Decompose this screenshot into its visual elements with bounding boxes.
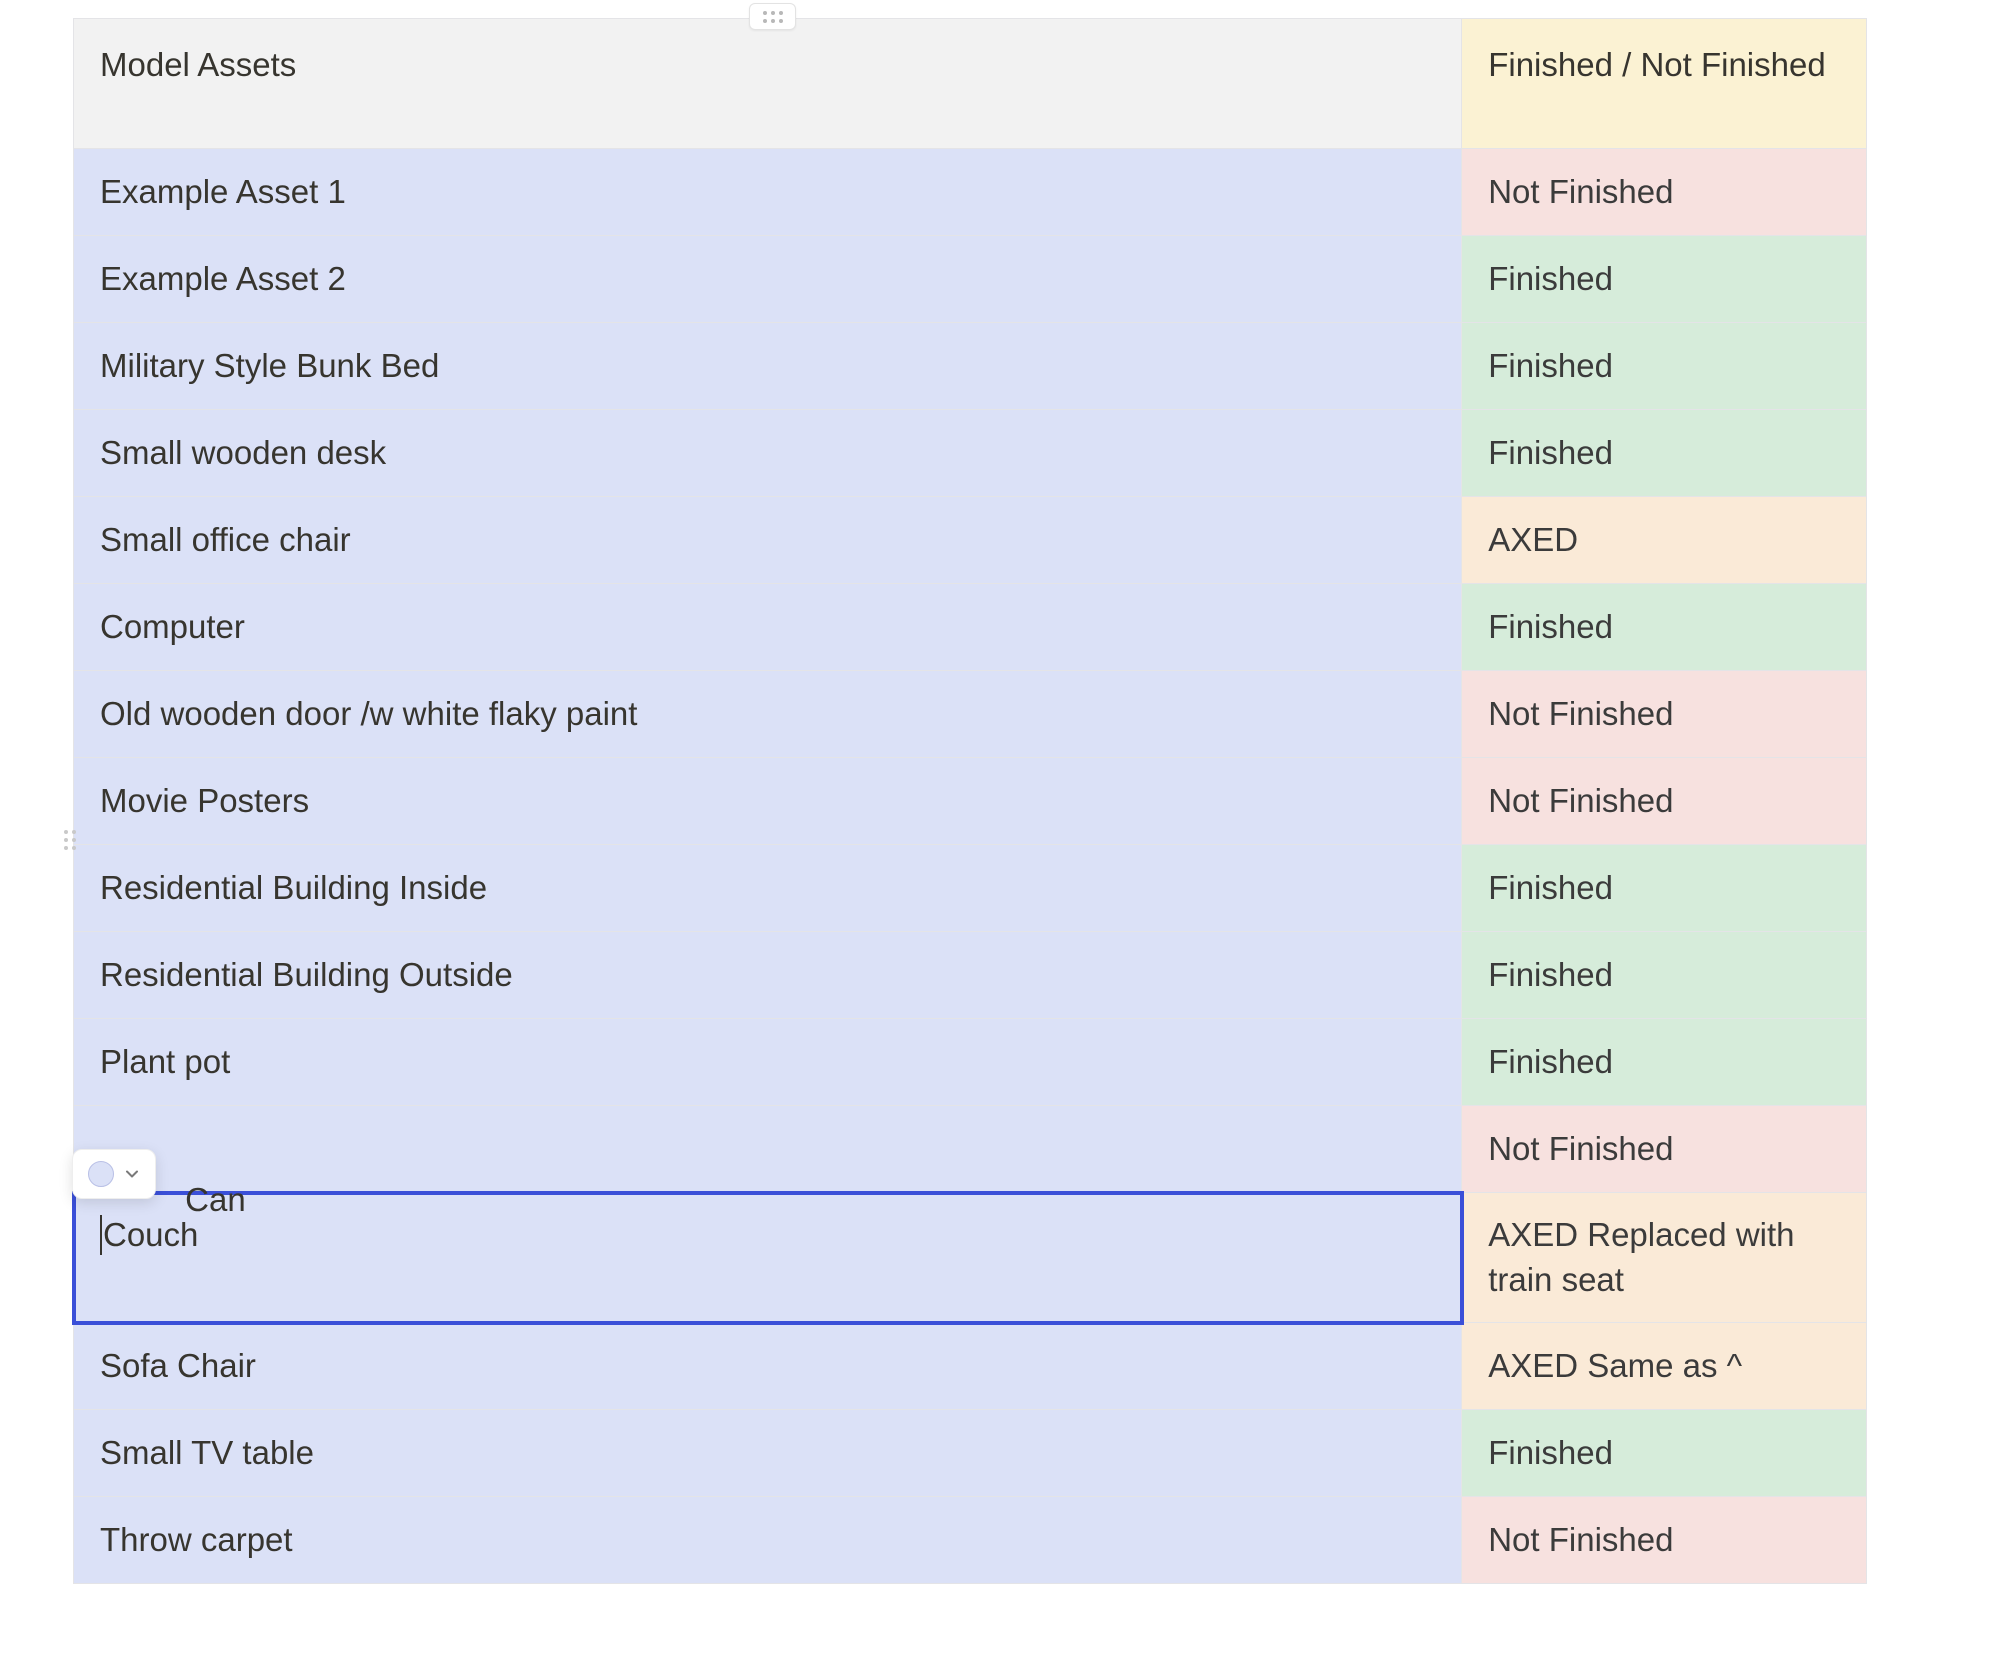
drag-dots-icon <box>762 10 784 24</box>
table-row: Couch AXED Replaced with train seat <box>74 1193 1867 1323</box>
table-row: Military Style Bunk Bed Finished <box>74 323 1867 410</box>
table-row: Computer Finished <box>74 584 1867 671</box>
block-drag-handle[interactable] <box>749 3 796 30</box>
status-cell[interactable]: Finished <box>1462 1019 1867 1106</box>
asset-name: Old wooden door /w white flaky paint <box>100 692 637 737</box>
table-row: Residential Building Outside Finished <box>74 932 1867 1019</box>
table-row: Sofa Chair AXED Same as ^ <box>74 1323 1867 1410</box>
asset-name: Plant pot <box>100 1040 230 1085</box>
asset-name: Example Asset 2 <box>100 257 346 302</box>
table-row: Example Asset 2 Finished <box>74 236 1867 323</box>
asset-name: Throw carpet <box>100 1518 293 1563</box>
asset-name: Residential Building Outside <box>100 953 513 998</box>
table-row: Plant pot Finished <box>74 1019 1867 1106</box>
status-text: Not Finished <box>1488 692 1673 737</box>
asset-cell[interactable]: Old wooden door /w white flaky paint <box>74 671 1462 758</box>
status-cell[interactable]: AXED Replaced with train seat <box>1462 1193 1867 1323</box>
status-text: Not Finished <box>1488 1518 1673 1563</box>
assets-table: Model Assets Finished / Not Finished Exa… <box>73 18 1867 1584</box>
table-row: Small office chair AXED <box>74 497 1867 584</box>
asset-cell[interactable]: Example Asset 2 <box>74 236 1462 323</box>
table-row: Old wooden door /w white flaky paint Not … <box>74 671 1867 758</box>
asset-cell[interactable]: Sofa Chair <box>74 1323 1462 1410</box>
asset-cell[interactable]: Small office chair <box>74 497 1462 584</box>
status-text: Not Finished <box>1488 779 1673 824</box>
status-cell[interactable]: Not Finished <box>1462 149 1867 236</box>
status-text: Not Finished <box>1488 170 1673 215</box>
chevron-down-icon <box>124 1166 140 1182</box>
table-row: Small wooden desk Finished <box>74 410 1867 497</box>
status-cell[interactable]: Not Finished <box>1462 758 1867 845</box>
status-cell[interactable]: AXED Same as ^ <box>1462 1323 1867 1410</box>
asset-name: Computer <box>100 605 245 650</box>
asset-name: Example Asset 1 <box>100 170 346 215</box>
status-cell[interactable]: Finished <box>1462 932 1867 1019</box>
table-row: Residential Building Inside Finished <box>74 845 1867 932</box>
status-cell[interactable]: Finished <box>1462 410 1867 497</box>
asset-name: Small TV table <box>100 1431 314 1476</box>
asset-cell[interactable]: Movie Posters <box>74 758 1462 845</box>
table-row: Movie Posters Not Finished <box>74 758 1867 845</box>
status-text: AXED Same as ^ <box>1488 1344 1742 1389</box>
asset-cell[interactable]: Residential Building Inside <box>74 845 1462 932</box>
asset-cell[interactable]: Computer <box>74 584 1462 671</box>
asset-name: Sofa Chair <box>100 1344 256 1389</box>
drag-dots-icon <box>63 829 77 851</box>
status-text: Finished <box>1488 605 1613 650</box>
asset-name: Residential Building Inside <box>100 866 487 911</box>
asset-cell[interactable]: Residential Building Outside <box>74 932 1462 1019</box>
status-cell[interactable]: AXED <box>1462 497 1867 584</box>
table-row: Can Not Finished <box>74 1106 1867 1193</box>
asset-name: Movie Posters <box>100 779 309 824</box>
asset-cell[interactable]: Military Style Bunk Bed <box>74 323 1462 410</box>
status-cell[interactable]: Finished <box>1462 323 1867 410</box>
asset-cell[interactable]: Throw carpet <box>74 1497 1462 1584</box>
asset-name: Small office chair <box>100 518 351 563</box>
text-caret <box>100 1215 102 1255</box>
asset-cell[interactable]: Small TV table <box>74 1410 1462 1497</box>
asset-cell[interactable]: Small wooden desk <box>74 410 1462 497</box>
table-header-row: Model Assets Finished / Not Finished <box>74 19 1867 149</box>
color-swatch[interactable] <box>88 1161 114 1187</box>
column-header-label: Finished / Not Finished <box>1488 43 1826 88</box>
status-text: Finished <box>1488 1040 1613 1085</box>
status-cell[interactable]: Finished <box>1462 845 1867 932</box>
column-header-label: Model Assets <box>100 43 296 88</box>
status-text: AXED <box>1488 518 1578 563</box>
asset-cell[interactable]: Example Asset 1 <box>74 149 1462 236</box>
asset-name: Couch <box>103 1213 198 1258</box>
table-row: Example Asset 1 Not Finished <box>74 149 1867 236</box>
status-cell[interactable]: Finished <box>1462 584 1867 671</box>
table-body: Example Asset 1Not FinishedExample Asset… <box>74 149 1867 1584</box>
status-text: AXED Replaced with train seat <box>1488 1213 1840 1302</box>
truncated-cell-visible-text: Can <box>176 1181 246 1219</box>
status-text: Not Finished <box>1488 1127 1673 1172</box>
status-text: Finished <box>1488 1431 1613 1476</box>
status-cell[interactable]: Not Finished <box>1462 1106 1867 1193</box>
status-text: Finished <box>1488 344 1613 389</box>
status-cell[interactable]: Finished <box>1462 1410 1867 1497</box>
row-drag-handle[interactable] <box>57 825 82 855</box>
asset-name: Small wooden desk <box>100 431 386 476</box>
column-header-status[interactable]: Finished / Not Finished <box>1462 19 1867 149</box>
column-header-assets[interactable]: Model Assets <box>74 19 1462 149</box>
status-text: Finished <box>1488 866 1613 911</box>
status-cell[interactable]: Not Finished <box>1462 1497 1867 1584</box>
status-cell[interactable]: Not Finished <box>1462 671 1867 758</box>
status-text: Finished <box>1488 431 1613 476</box>
cell-color-popover[interactable] <box>72 1149 156 1199</box>
asset-name: Military Style Bunk Bed <box>100 344 439 389</box>
status-text: Finished <box>1488 953 1613 998</box>
table-row: Small TV table Finished <box>74 1410 1867 1497</box>
asset-cell[interactable]: Couch <box>74 1193 1462 1323</box>
asset-cell[interactable]: Can <box>74 1106 1462 1193</box>
asset-cell[interactable]: Plant pot <box>74 1019 1462 1106</box>
status-cell[interactable]: Finished <box>1462 236 1867 323</box>
status-text: Finished <box>1488 257 1613 302</box>
table-row: Throw carpet Not Finished <box>74 1497 1867 1584</box>
